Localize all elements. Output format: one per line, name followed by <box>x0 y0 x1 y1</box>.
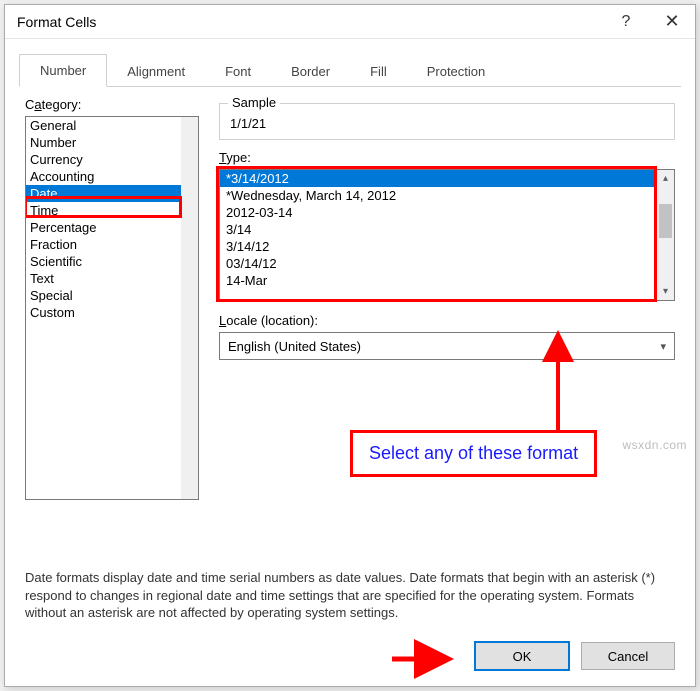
locale-value: English (United States) <box>228 339 361 354</box>
tab-fill[interactable]: Fill <box>350 56 407 87</box>
locale-select[interactable]: English (United States) ▾ <box>219 332 675 360</box>
category-column: Category: General Number Currency Accoun… <box>25 97 199 500</box>
window-title: Format Cells <box>17 14 603 30</box>
sample-group: Sample 1/1/21 <box>219 103 675 140</box>
category-item-time[interactable]: Time <box>26 202 198 219</box>
scroll-thumb[interactable] <box>659 204 672 238</box>
type-item-0[interactable]: *3/14/2012 <box>220 170 674 187</box>
category-item-scientific[interactable]: Scientific <box>26 253 198 270</box>
category-description: Date formats display date and time seria… <box>25 569 675 630</box>
category-label-pre: C <box>25 97 34 112</box>
ok-button[interactable]: OK <box>475 642 569 670</box>
scroll-down-icon[interactable]: ▾ <box>657 283 674 300</box>
tab-alignment[interactable]: Alignment <box>107 56 205 87</box>
tab-protection[interactable]: Protection <box>407 56 506 87</box>
dialog-buttons: OK Cancel <box>5 630 695 686</box>
category-label: Category: <box>25 97 199 112</box>
type-item-4[interactable]: 3/14/12 <box>220 238 674 255</box>
category-item-currency[interactable]: Currency <box>26 151 198 168</box>
tab-body: Category: General Number Currency Accoun… <box>5 87 695 630</box>
category-item-number[interactable]: Number <box>26 134 198 151</box>
category-item-general[interactable]: General <box>26 117 198 134</box>
type-item-3[interactable]: 3/14 <box>220 221 674 238</box>
category-scrollbar[interactable] <box>181 117 198 499</box>
cancel-button[interactable]: Cancel <box>581 642 675 670</box>
watermark: wsxdn.com <box>622 438 687 452</box>
type-item-6[interactable]: 14-Mar <box>220 272 674 289</box>
category-item-text[interactable]: Text <box>26 270 198 287</box>
help-icon[interactable]: ? <box>603 5 649 39</box>
type-list-wrapper: *3/14/2012 *Wednesday, March 14, 2012 20… <box>219 169 675 301</box>
titlebar: Format Cells ? ✕ <box>5 5 695 39</box>
type-item-1[interactable]: *Wednesday, March 14, 2012 <box>220 187 674 204</box>
format-cells-dialog: Format Cells ? ✕ Number Alignment Font B… <box>4 4 696 687</box>
category-label-post: tegory: <box>42 97 82 112</box>
category-item-date[interactable]: Date <box>26 185 198 202</box>
type-scrollbar[interactable]: ▴ ▾ <box>657 170 674 300</box>
sample-value: 1/1/21 <box>230 108 664 131</box>
category-listbox[interactable]: General Number Currency Accounting Date … <box>25 116 199 500</box>
type-label: Type: <box>219 150 675 165</box>
category-item-special[interactable]: Special <box>26 287 198 304</box>
category-item-accounting[interactable]: Accounting <box>26 168 198 185</box>
type-listbox[interactable]: *3/14/2012 *Wednesday, March 14, 2012 20… <box>219 169 675 301</box>
tab-border[interactable]: Border <box>271 56 350 87</box>
close-icon[interactable]: ✕ <box>649 5 695 39</box>
tab-strip: Number Alignment Font Border Fill Protec… <box>19 53 681 87</box>
category-item-fraction[interactable]: Fraction <box>26 236 198 253</box>
locale-label: Locale (location): <box>219 313 675 328</box>
category-item-percentage[interactable]: Percentage <box>26 219 198 236</box>
category-item-custom[interactable]: Custom <box>26 304 198 321</box>
annotation-callout: Select any of these format <box>350 430 597 477</box>
category-label-accel: a <box>34 97 41 112</box>
locale-label-post: ocale (location): <box>226 313 318 328</box>
tab-font[interactable]: Font <box>205 56 271 87</box>
scroll-up-icon[interactable]: ▴ <box>657 170 674 187</box>
type-item-5[interactable]: 03/14/12 <box>220 255 674 272</box>
tab-number[interactable]: Number <box>19 54 107 87</box>
sample-legend: Sample <box>228 95 280 110</box>
chevron-down-icon: ▾ <box>660 340 666 353</box>
type-item-2[interactable]: 2012-03-14 <box>220 204 674 221</box>
type-label-post: ype: <box>226 150 251 165</box>
